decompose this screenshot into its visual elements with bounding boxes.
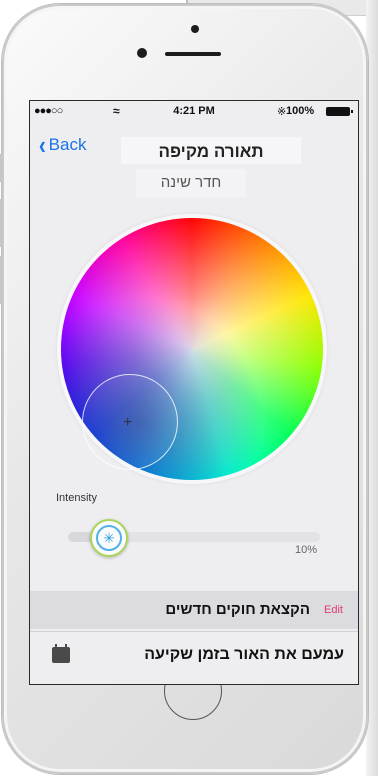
- sun-icon: ✳: [96, 525, 122, 551]
- title-container: תאורה מקיפה: [121, 137, 301, 164]
- intensity-value: 10%: [295, 544, 318, 556]
- rule-list-item[interactable]: עמעם את האור בזמן שקיעה: [30, 631, 358, 677]
- navigation-bar: ‹ Back תאורה מקיפה: [30, 131, 358, 167]
- chevron-left-icon: ‹: [38, 130, 46, 160]
- battery-icon: [326, 107, 353, 116]
- mute-switch: [0, 154, 3, 182]
- intensity-label: Intensity: [56, 492, 97, 504]
- app-screen: ●●●○○ ≈ 4:21 PM ※ 100% ‹ Back תאורה מקיפ…: [29, 100, 359, 685]
- back-button[interactable]: ‹ Back: [38, 130, 87, 160]
- volume-up-button: [0, 199, 3, 247]
- bluetooth-icon: ※: [277, 106, 287, 118]
- crosshair-icon: +: [123, 414, 133, 431]
- rule-title: עמעם את האור בזמן שקיעה: [144, 646, 344, 663]
- volume-down-button: [0, 256, 3, 304]
- room-name-container: חדר שינה: [136, 169, 246, 197]
- calendar-icon: [52, 644, 70, 663]
- rules-section-title: הקצאת חוקים חדשים: [165, 601, 310, 618]
- earpiece-speaker: [165, 52, 221, 56]
- page-title: תאורה מקיפה: [158, 142, 264, 161]
- back-label: Back: [48, 135, 87, 154]
- status-bar: ●●●○○ ≈ 4:21 PM ※ 100%: [30, 101, 358, 121]
- battery-percent: 100%: [286, 105, 315, 117]
- rules-section-header: הקצאת חוקים חדשים Edit: [30, 591, 358, 629]
- intensity-slider-knob[interactable]: ✳: [90, 519, 128, 557]
- front-camera: [191, 25, 199, 33]
- edit-button[interactable]: Edit: [324, 604, 343, 616]
- room-name: חדר שינה: [160, 174, 222, 191]
- proximity-sensor: [137, 48, 147, 58]
